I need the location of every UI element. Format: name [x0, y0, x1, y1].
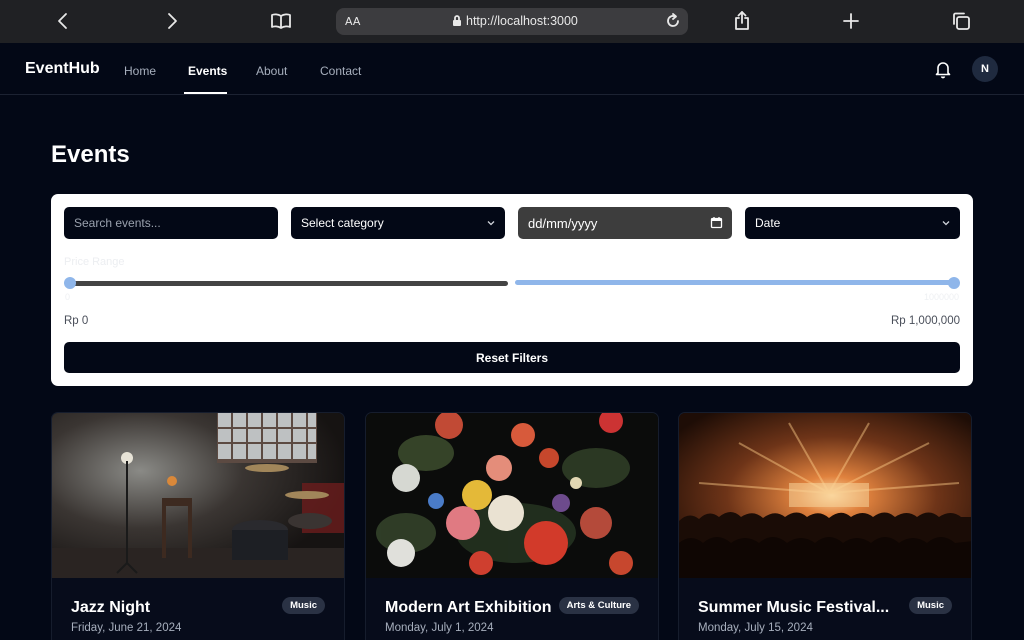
share-icon [735, 11, 749, 30]
event-title: Jazz Night [71, 599, 151, 616]
category-badge: Music [909, 597, 952, 614]
date-placeholder: dd/mm/yyyy [528, 215, 598, 231]
price-max-handle[interactable] [948, 277, 960, 289]
price-max-hint: 1000000 [923, 292, 959, 302]
event-image-concert-crowd [679, 413, 971, 578]
plus-icon [843, 13, 859, 29]
url-text: http://localhost:3000 [466, 14, 578, 28]
tabs-button[interactable] [946, 6, 976, 36]
text-size-button[interactable]: AA [345, 15, 360, 28]
bell-icon[interactable] [933, 59, 953, 79]
event-card[interactable]: Modern Art Exhibition Arts & Culture Mon… [365, 412, 659, 640]
address-bar[interactable]: AA http://localhost:3000 [336, 8, 688, 35]
event-card[interactable]: Jazz Night Music Friday, June 21, 2024 [51, 412, 345, 640]
chevron-down-icon [942, 221, 950, 226]
chevron-right-icon [168, 13, 177, 29]
price-min-value: Rp 0 [64, 315, 89, 327]
event-card[interactable]: Summer Music Festival... Music Monday, J… [678, 412, 972, 640]
event-image-jazz-stage [52, 413, 344, 578]
event-date: Monday, July 1, 2024 [385, 622, 494, 634]
user-avatar[interactable]: N [972, 56, 998, 82]
reader-button[interactable] [266, 6, 296, 36]
sort-select[interactable]: Date [745, 207, 960, 239]
search-field[interactable] [64, 207, 278, 239]
reset-filters-button[interactable]: Reset Filters [64, 342, 960, 373]
event-title: Modern Art Exhibition [385, 599, 552, 616]
tabs-icon [953, 12, 970, 30]
search-input[interactable] [74, 207, 278, 239]
back-button[interactable] [48, 6, 78, 36]
event-date: Friday, June 21, 2024 [71, 622, 182, 634]
event-image-flower-painting [366, 413, 658, 578]
nav-link-contact[interactable]: Contact [320, 64, 361, 78]
date-field[interactable]: dd/mm/yyyy [518, 207, 732, 239]
category-select-value: Select category [301, 216, 384, 230]
category-badge: Music [282, 597, 325, 614]
calendar-icon[interactable] [710, 216, 723, 229]
price-range-label: Price Range [64, 256, 125, 268]
browser-toolbar: AA http://localhost:3000 [0, 0, 1024, 43]
forward-button[interactable] [157, 6, 187, 36]
brand-logo[interactable]: EventHub [25, 60, 100, 78]
price-max-slider[interactable] [515, 280, 955, 285]
category-select[interactable]: Select category [291, 207, 505, 239]
new-tab-button[interactable] [836, 6, 866, 36]
event-date: Monday, July 15, 2024 [698, 622, 813, 634]
active-tab-indicator [184, 92, 227, 94]
price-min-hint: 0 [65, 292, 71, 302]
filter-panel: Select category dd/mm/yyyy Date Price Ra… [51, 194, 973, 386]
page-title: Events [51, 141, 130, 168]
category-badge: Arts & Culture [558, 597, 639, 614]
nav-link-about[interactable]: About [256, 64, 287, 78]
top-navigation: EventHub Home Events About Contact N [0, 43, 1024, 95]
price-max-value: Rp 1,000,000 [890, 315, 960, 327]
sort-select-value: Date [755, 216, 781, 230]
price-min-slider[interactable] [66, 281, 508, 286]
nav-link-events[interactable]: Events [188, 64, 227, 78]
book-icon [271, 13, 291, 29]
reload-icon[interactable] [664, 12, 682, 30]
chevron-down-icon [487, 221, 495, 226]
lock-icon [453, 15, 461, 26]
chevron-left-icon [58, 13, 67, 29]
event-title: Summer Music Festival... [698, 599, 890, 616]
nav-link-home[interactable]: Home [124, 64, 156, 78]
share-button[interactable] [727, 6, 757, 36]
price-min-handle[interactable] [64, 277, 76, 289]
